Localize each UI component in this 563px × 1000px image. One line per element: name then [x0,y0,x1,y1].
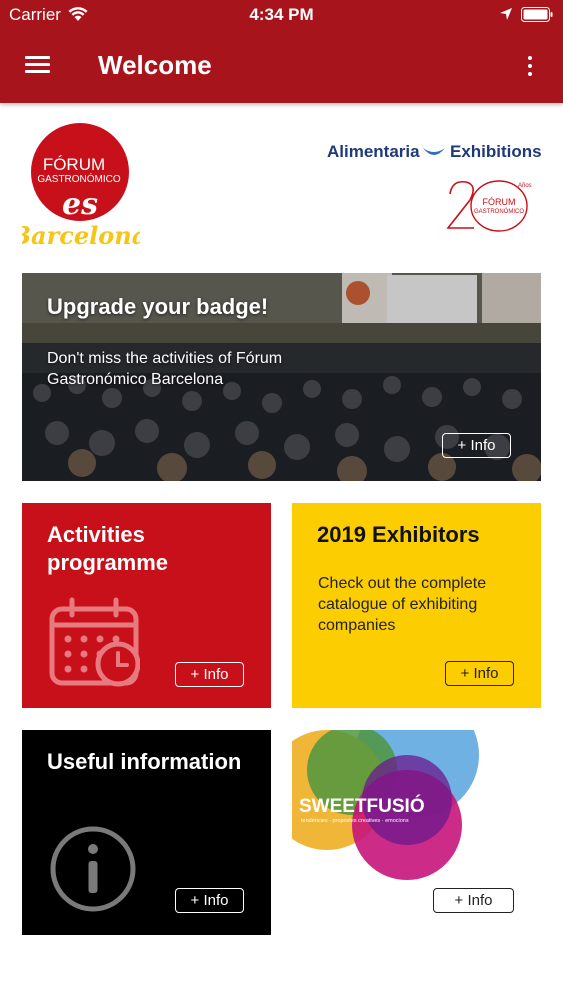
svg-text:GASTRONÓMICO: GASTRONÓMICO [474,208,524,215]
banner-text: Don't miss the activities of Fórum Gastr… [47,350,283,388]
svg-text:Barcelona: Barcelona [22,221,140,250]
exhibitors-text: Check out the complete catalogue of exhi… [318,575,487,634]
sweetfusio-info-button[interactable]: + Info [433,888,514,913]
battery-icon [521,7,553,22]
exhibitors-info-button[interactable]: + Info [445,661,514,686]
activities-programme-card[interactable]: Activities programme + Info [22,503,271,708]
svg-text:tendències · propostes creativ: tendències · propostes creatives · emoci… [301,818,409,824]
exhibitors-title: 2019 Exhibitors [317,522,480,547]
svg-text:Años: Años [518,183,532,189]
svg-text:Exhibitions: Exhibitions [450,142,542,161]
menu-button[interactable] [22,52,54,78]
status-time: 4:34 PM [249,5,314,24]
sweetfusio-card[interactable]: SWEETFUSIÓ tendències · propostes creati… [292,730,541,935]
app-bar: Carrier 4:34 PM Welcome [0,0,563,103]
status-bar: Carrier 4:34 PM [0,0,563,30]
forum-gastronomico-logo: FÓRUM GASTRONÓMICO es Barcelona [22,123,140,250]
page-title: Welcome [98,50,212,80]
svg-text:SWEETFUSIÓ: SWEETFUSIÓ [299,795,425,817]
svg-text:Alimentaria: Alimentaria [327,142,420,161]
useful-title: Useful information [47,749,242,774]
useful-info-button[interactable]: + Info [175,888,244,913]
sweetfusio-logo: SWEETFUSIÓ tendències · propostes creati… [292,730,479,880]
activities-title: Activities programme [47,522,169,575]
more-vertical-icon [528,56,532,60]
calendar-clock-icon [49,597,140,687]
banner-title: Upgrade your badge! [47,294,269,319]
activities-info-button[interactable]: + Info [175,662,244,687]
upgrade-badge-banner[interactable]: Upgrade your badge! Don't miss the activ… [22,273,541,481]
svg-text:GASTRONÓMICO: GASTRONÓMICO [37,172,121,185]
banner-info-button[interactable]: + Info [442,433,511,458]
location-arrow-icon [500,8,512,20]
svg-text:FÓRUM: FÓRUM [483,197,516,207]
exhibitors-card[interactable]: 2019 Exhibitors Check out the complete c… [292,503,541,708]
twenty-years-logo: Años FÓRUM GASTRONÓMICO [446,180,532,232]
hamburger-menu-icon [25,56,50,59]
more-options-button[interactable] [518,52,542,80]
alimentaria-exhibitions-logo: Alimentaria Exhibitions [327,142,542,161]
info-circle-icon [50,826,136,912]
svg-text:es: es [62,187,98,222]
useful-information-card[interactable]: Useful information + Info [22,730,271,935]
svg-text:FÓRUM: FÓRUM [43,155,105,174]
